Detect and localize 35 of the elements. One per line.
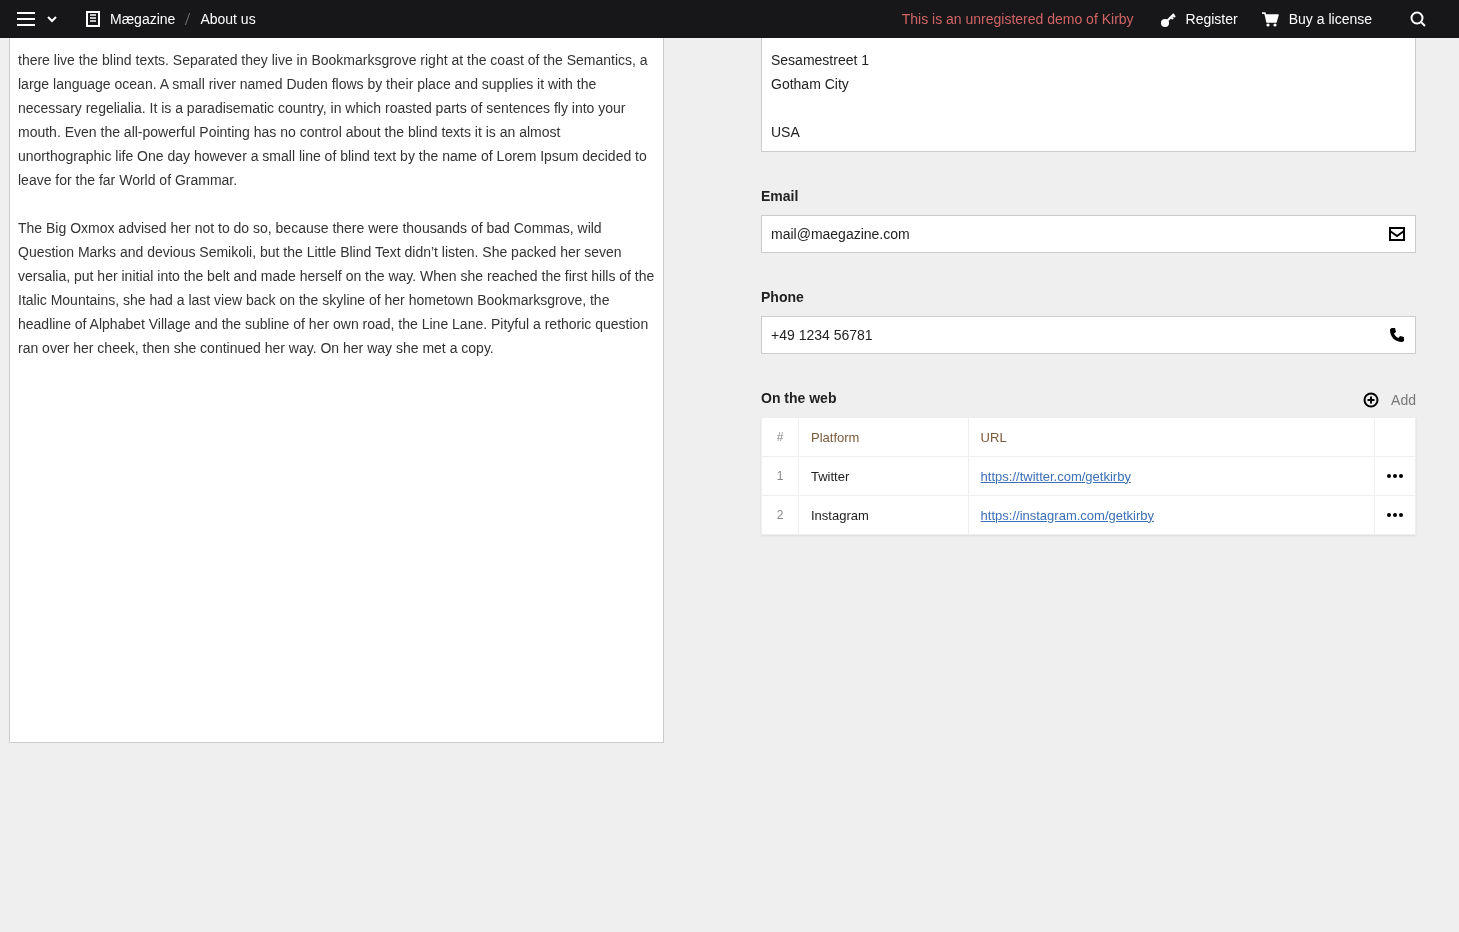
row-number: 1 (761, 456, 799, 496)
text-area[interactable] (9, 38, 664, 743)
url-link[interactable]: https://instagram.com/getkirby (980, 507, 1154, 523)
phone-icon (1389, 327, 1405, 343)
paragraph: The Big Oxmox advised her not to do so, because there were thousands of bad Commas, wild Question Marks and devious Semikoli, but the Little Blind Text didn’t listen. She packed her seven versalia, put her initial into the belt and made herself on the way. When she reached the first hills of the Italic Mountains, she had a last view back on the skyline of her hometown Bookmarksgrove, the headline of Alphabet Village and the subline of her own road, the Line Lane. Pityful a rethoric question ran over her cheek, then she continued her way. On her way she met a copy. (18, 219, 655, 358)
more-icon[interactable] (1387, 474, 1403, 478)
breadcrumb-link[interactable]: Mægazine (110, 11, 176, 27)
chevron-down-icon[interactable] (46, 13, 58, 25)
register-link[interactable]: Register (1159, 11, 1238, 27)
add-icon (1363, 392, 1380, 408)
input-field[interactable]: +49 1234 56781 (761, 316, 1416, 354)
more-icon[interactable] (1387, 513, 1403, 517)
field-label: On the web (761, 390, 837, 406)
table-cell: Instagram (798, 495, 969, 535)
key-icon (1159, 11, 1176, 27)
document-icon (86, 11, 100, 27)
column-header: URL (968, 417, 1375, 457)
cart-icon (1261, 11, 1279, 27)
demo-notice[interactable]: This is an unregistered demo of Kirby (901, 11, 1134, 27)
menu-icon[interactable] (16, 10, 36, 28)
add-button[interactable]: Add (1363, 390, 1416, 408)
envelope-icon (1389, 226, 1405, 242)
input-field[interactable]: mail@maegazine.com (761, 215, 1416, 253)
address-field[interactable]: Sesamestreet 1 Gotham City USA (761, 38, 1416, 152)
paragraph: there live the blind texts. Separated they live in Bookmarksgrove right at the coast of the Semantics, a large language ocean. A small river named Duden flows by their place and supplies it with the necessary regelialia. It is a paradisematic country, in which roasted parts of sentences fly into your mouth. Even the all-powerful Pointing has no control about the blind texts it is an almost unorthographic life One day however a small line of blind text by the name of Lorem Ipsum decided to leave for the far World of Grammar. (18, 51, 649, 190)
breadcrumb-link[interactable]: About us (200, 11, 256, 27)
field-label: Email (761, 188, 800, 204)
column-header: Platform (798, 417, 969, 457)
table-cell: Twitter (798, 456, 969, 496)
search-icon[interactable] (1410, 11, 1426, 27)
url-link[interactable]: https://twitter.com/getkirby (980, 468, 1131, 484)
buy-license-link[interactable]: Buy a license (1261, 11, 1372, 27)
field-label: Phone (761, 289, 805, 305)
column-header: # (761, 417, 799, 457)
row-number: 2 (761, 495, 799, 535)
